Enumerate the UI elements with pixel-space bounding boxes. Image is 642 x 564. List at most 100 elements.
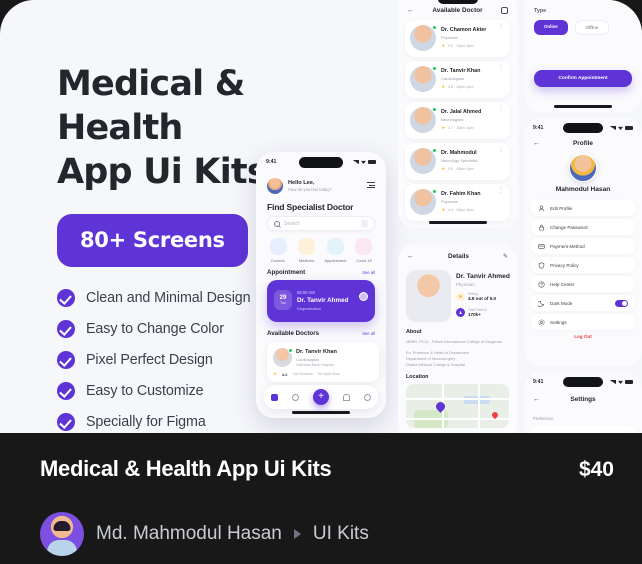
edit-pencil-icon[interactable]: ✎ <box>503 253 508 260</box>
doctor-meta: ★ 5.0 10pm-5pm <box>441 43 474 49</box>
star-icon: ★ <box>441 43 445 48</box>
doctor-icon <box>269 238 287 255</box>
avatar <box>410 148 437 174</box>
medicine-icon <box>298 238 316 255</box>
moon-icon <box>538 300 545 307</box>
feature-label: Easy to Change Color <box>86 321 224 338</box>
star-icon: ★ <box>273 371 277 376</box>
avatar[interactable] <box>569 154 597 182</box>
appointment-icon <box>326 238 344 255</box>
gear-icon <box>538 319 545 325</box>
more-options-icon[interactable]: ⋮ <box>498 188 504 193</box>
back-arrow-icon[interactable]: ← <box>533 140 540 147</box>
online-dot-icon <box>432 148 437 153</box>
menu-item-change-password[interactable]: Change Password <box>531 219 635 235</box>
category-covid[interactable]: Covid 19 <box>351 238 377 263</box>
home-icon[interactable] <box>271 393 278 401</box>
doctor-meta: ★ 5.8 10pm-5pm <box>441 166 474 172</box>
category-appointment[interactable]: Appointment <box>322 238 348 263</box>
menu-item-dark-mode[interactable]: Dark Mode <box>531 295 635 311</box>
avatar <box>410 66 437 92</box>
appointment-time: 06:00 AM <box>297 290 315 295</box>
doctor-meta: ★ 4.4 10pm-5pm <box>441 207 474 213</box>
menu-item-label: Edit Profile <box>550 205 573 211</box>
about-heading: About <box>406 329 422 335</box>
greeting-name: Hello Lee, <box>288 180 315 186</box>
author-name[interactable]: Md. Mahmodul Hasan <box>96 523 282 545</box>
menu-item-settings[interactable]: Settings <box>531 314 635 330</box>
back-arrow-icon[interactable]: ← <box>533 396 540 403</box>
location-map[interactable] <box>406 384 509 428</box>
add-button[interactable]: + <box>313 389 329 405</box>
appointment-card[interactable]: 29 Tue 06:00 AM Dr. Tanvir Ahmed Degener… <box>267 280 375 322</box>
doctor-name: Dr. Fahim Khan <box>441 191 481 197</box>
profile-menu-list: Edit Profile Change Password Payment Met… <box>531 200 635 333</box>
map-road <box>406 398 509 400</box>
list-item[interactable]: Dr. Chamon Akter Physician ★ 5.0 10pm-5p… <box>405 20 510 57</box>
avatar[interactable] <box>40 512 84 556</box>
page-title[interactable]: Medical & Health App Ui Kits <box>40 456 332 482</box>
patients-icon: ♟ <box>456 308 465 317</box>
menu-item-edit-profile[interactable]: Edit Profile <box>531 200 635 216</box>
more-options-icon[interactable]: ⋮ <box>498 106 504 111</box>
settings-row-message-us[interactable]: Message us › <box>531 426 635 433</box>
home-indicator <box>292 411 350 414</box>
segment-online[interactable]: Online <box>534 20 568 35</box>
category-label[interactable]: UI Kits <box>313 523 369 545</box>
dark-mode-toggle[interactable] <box>615 299 628 307</box>
back-arrow-icon[interactable]: ← <box>407 253 414 260</box>
more-options-icon[interactable]: ⋮ <box>498 65 504 70</box>
list-item[interactable]: Dr. Tanvir Khan Cardiologists ★ 4.6 10pm… <box>405 61 510 98</box>
doctor-photo <box>406 270 451 322</box>
patient-stat: ♟ Total Patient 170k+ <box>456 308 487 317</box>
category-label: Doctors <box>271 258 285 263</box>
covid-icon <box>355 238 373 255</box>
doctor-meta: ★ 4.7 10pm-5pm <box>441 125 474 131</box>
back-arrow-icon[interactable]: ← <box>407 7 414 14</box>
wifi-icon <box>618 126 623 130</box>
signal-icon <box>610 380 616 384</box>
online-dot-icon <box>432 189 437 194</box>
gear-icon[interactable] <box>364 393 371 401</box>
type-segmented-control[interactable]: Online Offline <box>534 20 610 35</box>
doctor-reviews: 116 Reviews <box>292 372 313 376</box>
phone-mockup-settings: 9:41 ← Settings Preference Message us › <box>524 372 642 433</box>
list-item[interactable]: Dr. Jalal Ahmed Neurologists ★ 4.7 10pm-… <box>405 102 510 139</box>
search-icon <box>274 220 280 227</box>
online-dot-icon <box>432 25 437 30</box>
phone-mockup-details: ← Details ✎ Dr. Tanvir Ahmed Physician ★… <box>398 244 517 433</box>
search-input[interactable]: Search <box>267 216 375 231</box>
doctor-specialty: Physician <box>441 35 459 40</box>
category-medicine[interactable]: Medicine <box>294 238 320 263</box>
filter-menu-icon[interactable] <box>367 182 375 190</box>
more-options-icon[interactable]: ⋮ <box>498 147 504 152</box>
filter-icon[interactable] <box>361 220 368 227</box>
feature-label: Pixel Perfect Design <box>86 352 213 369</box>
menu-item-payment-method[interactable]: Payment Method <box>531 238 635 254</box>
list-item[interactable]: Dr. Mahmodul Neurology Specialist ★ 5.8 … <box>405 143 510 180</box>
hero-preview-image[interactable]: Medical & Health App Ui Kits 80+ Screens… <box>0 0 642 433</box>
bottom-tab-bar[interactable]: + <box>264 385 378 409</box>
nav-title: Details <box>448 253 469 260</box>
explore-icon[interactable] <box>292 393 299 401</box>
bell-icon[interactable] <box>343 393 350 401</box>
doctor-card[interactable]: Dr. Tanvir Khan Cardiologists Oakheart B… <box>267 342 379 382</box>
logout-button[interactable]: Log Out <box>524 334 642 339</box>
doctor-card-footer: ★ 4.2 116 Reviews 9h Open Now <box>273 371 373 377</box>
see-all-link[interactable]: See all <box>362 331 375 336</box>
menu-item-label: Help Center <box>550 281 575 287</box>
confirm-appointment-button[interactable]: Confirm Appointment <box>534 70 632 87</box>
menu-item-privacy-policy[interactable]: Privacy Policy <box>531 257 635 273</box>
status-time: 9:41 <box>533 125 544 131</box>
doctor-specialty: Physician <box>441 199 459 204</box>
more-options-icon[interactable]: ⋮ <box>498 24 504 29</box>
avatar <box>410 107 437 133</box>
doctor-rating: 4.4 <box>447 208 454 212</box>
status-bar: 9:41 <box>533 125 633 131</box>
see-all-link[interactable]: See all <box>362 270 375 275</box>
calendar-icon[interactable] <box>500 7 508 14</box>
list-item[interactable]: Dr. Fahim Khan Physician ★ 4.4 10pm-5pm … <box>405 184 510 221</box>
menu-item-help-center[interactable]: Help Center <box>531 276 635 292</box>
category-doctors[interactable]: Doctors <box>265 238 291 263</box>
segment-offline[interactable]: Offline <box>574 20 610 35</box>
